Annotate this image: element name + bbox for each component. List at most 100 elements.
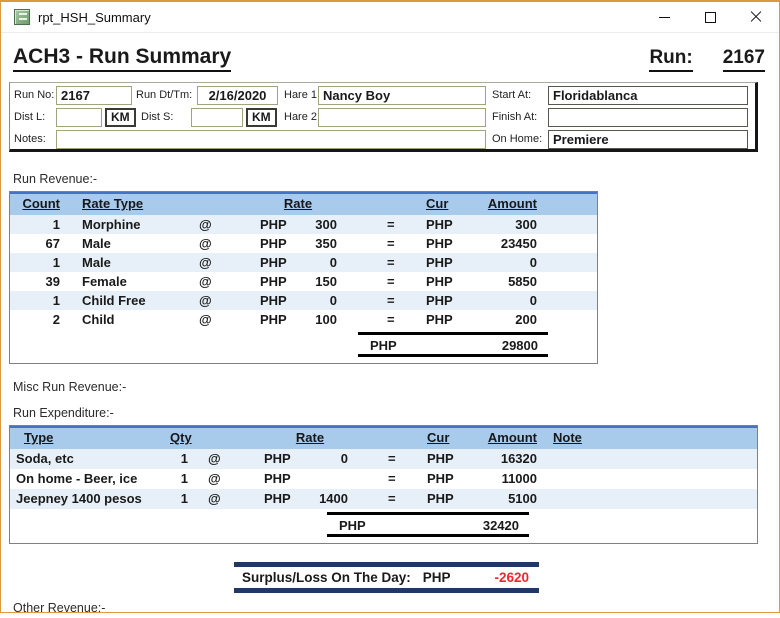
hare1-label: Hare 1:	[284, 86, 320, 105]
run-badge: Run: 2167	[649, 47, 765, 72]
revenue-row: 39 Female @ PHP 150 = PHP 5850	[10, 272, 597, 291]
amount-currency-cell: PHP	[415, 449, 475, 469]
dist-l-label: Dist L:	[14, 108, 45, 127]
header-count: Count	[10, 194, 62, 215]
rate-currency-cell: PHP	[255, 215, 301, 234]
titlebar[interactable]: rpt_HSH_Summary	[1, 2, 779, 33]
minimize-button[interactable]	[641, 2, 687, 32]
report-icon	[14, 9, 30, 25]
amount-cell: 11000	[475, 469, 545, 489]
equals-symbol: =	[341, 291, 409, 310]
rate-currency-cell: PHP	[255, 234, 301, 253]
count-cell: 2	[10, 310, 62, 329]
rate-currency-cell: PHP	[260, 489, 315, 509]
finish-at-field[interactable]	[548, 108, 748, 127]
header-cur: Cur	[415, 428, 475, 449]
run-no-label: Run No:	[14, 86, 54, 105]
amount-cell: 5100	[475, 489, 545, 509]
rate-currency-cell: PHP	[255, 272, 301, 291]
run-no-field[interactable]: 2167	[56, 86, 132, 105]
report-header: ACH3 - Run Summary Run: 2167	[13, 45, 765, 72]
run-expenditure-section-label: Run Expenditure:-	[13, 406, 779, 423]
maximize-button[interactable]	[687, 2, 733, 32]
amount-cell: 16320	[475, 449, 545, 469]
dist-s-field[interactable]	[191, 108, 243, 127]
amount-currency-cell: PHP	[409, 272, 471, 291]
note-cell	[545, 469, 757, 489]
other-revenue-section-label: Other Revenue:-	[13, 601, 779, 618]
type-cell: On home - Beer, ice	[10, 469, 170, 489]
revenue-row: 2 Child @ PHP 100 = PHP 200	[10, 310, 597, 329]
rate-cell: 0	[301, 253, 341, 272]
header-note: Note	[545, 428, 757, 449]
equals-symbol: =	[360, 489, 415, 509]
equals-symbol: =	[341, 272, 409, 291]
expenditure-row: Jeepney 1400 pesos 1 @ PHP 1400 = PHP 51…	[10, 489, 757, 509]
run-expenditure-table: Type Qty Rate Cur Amount Note Soda, etc …	[9, 425, 758, 544]
count-cell: 1	[10, 253, 62, 272]
run-dttm-label: Run Dt/Tm:	[136, 86, 192, 105]
at-symbol: @	[180, 234, 255, 253]
amount-currency-cell: PHP	[409, 310, 471, 329]
notes-field[interactable]	[56, 130, 486, 149]
expenditure-row: On home - Beer, ice 1 @ PHP = PHP 11000	[10, 469, 757, 489]
hare1-field[interactable]: Nancy Boy	[318, 86, 486, 105]
amount-cell: 200	[471, 310, 541, 329]
expenditure-row: Soda, etc 1 @ PHP 0 = PHP 16320	[10, 449, 757, 469]
at-symbol: @	[200, 449, 260, 469]
at-symbol: @	[180, 272, 255, 291]
header-type: Type	[10, 428, 170, 449]
rate-currency-cell: PHP	[255, 291, 301, 310]
type-cell: Jeepney 1400 pesos	[10, 489, 170, 509]
run-expenditure-table-header: Type Qty Rate Cur Amount Note	[10, 426, 757, 449]
finish-at-label: Finish At:	[492, 108, 537, 127]
start-at-field[interactable]: Floridablanca	[548, 86, 748, 105]
qty-cell: 1	[170, 489, 200, 509]
count-cell: 67	[10, 234, 62, 253]
note-cell	[545, 449, 757, 469]
start-at-label: Start At:	[492, 86, 531, 105]
rate-type-cell: Child	[62, 310, 180, 329]
amount-cell: 5850	[471, 272, 541, 291]
amount-cell: 0	[471, 253, 541, 272]
surplus-amount: -2620	[494, 570, 529, 585]
rate-currency-cell: PHP	[255, 253, 301, 272]
hare2-label: Hare 2:	[284, 108, 320, 127]
run-dttm-field[interactable]: 2/16/2020	[197, 86, 278, 105]
window-title: rpt_HSH_Summary	[38, 10, 151, 25]
revenue-total: PHP 29800	[358, 332, 548, 357]
at-symbol: @	[180, 215, 255, 234]
surplus-label: Surplus/Loss On The Day:	[242, 570, 411, 585]
minimize-icon	[659, 17, 670, 18]
header-qty: Qty	[170, 428, 200, 449]
hare2-field[interactable]	[318, 108, 486, 127]
rate-cell: 100	[301, 310, 341, 329]
header-amount: Amount	[475, 428, 545, 449]
rate-currency-cell: PHP	[260, 469, 315, 489]
count-cell: 39	[10, 272, 62, 291]
rate-type-cell: Morphine	[62, 215, 180, 234]
amount-currency-cell: PHP	[409, 234, 471, 253]
rate-cell: 300	[301, 215, 341, 234]
dist-s-unit: KM	[246, 108, 277, 127]
close-button[interactable]	[733, 2, 779, 32]
note-cell	[545, 489, 757, 509]
type-cell: Soda, etc	[10, 449, 170, 469]
at-symbol: @	[180, 253, 255, 272]
total-amount: 29800	[502, 336, 538, 353]
run-revenue-table-header: Count Rate Type Rate Cur Amount	[10, 192, 597, 215]
run-revenue-section-label: Run Revenue:-	[13, 172, 779, 189]
dist-l-field[interactable]	[56, 108, 102, 127]
notes-label: Notes:	[14, 130, 46, 149]
count-cell: 1	[10, 291, 62, 310]
rate-currency-cell: PHP	[255, 310, 301, 329]
equals-symbol: =	[341, 310, 409, 329]
dist-l-unit: KM	[105, 108, 136, 127]
at-symbol: @	[180, 291, 255, 310]
equals-symbol: =	[360, 449, 415, 469]
on-home-field[interactable]: Premiere	[548, 130, 748, 149]
equals-symbol: =	[360, 469, 415, 489]
report-window: rpt_HSH_Summary ACH3 - Run Summary Run: …	[0, 0, 780, 613]
amount-currency-cell: PHP	[409, 291, 471, 310]
run-revenue-table: Count Rate Type Rate Cur Amount 1 Morphi…	[9, 191, 598, 364]
